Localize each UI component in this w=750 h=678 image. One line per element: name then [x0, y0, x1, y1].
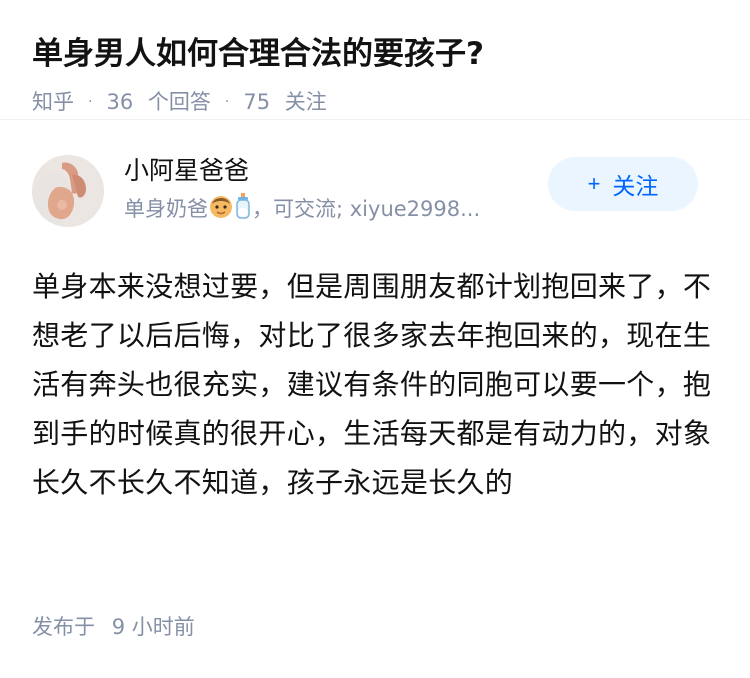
answer-content[interactable]: 单身本来没想过要，但是周围朋友都计划抱回来了，不想老了以后后悔，对比了很多家去年…: [32, 262, 712, 507]
answers-count: 36: [106, 90, 134, 114]
follow-button-label: 关注: [612, 173, 659, 199]
published-prefix: 发布于: [32, 615, 95, 639]
question-title[interactable]: 单身男人如何合理合法的要孩子?: [32, 30, 718, 78]
source-label[interactable]: 知乎: [32, 86, 74, 118]
followers-count: 75: [243, 90, 271, 114]
author-bio-prefix: 单身奶爸: [124, 197, 208, 221]
baby-face-icon: [208, 193, 234, 227]
answer-footer: 发布于 9 小时前: [32, 610, 195, 644]
published-time: 9 小时前: [111, 615, 195, 639]
follow-button[interactable]: + 关注: [548, 157, 698, 211]
baby-bottle-icon: [234, 192, 252, 228]
separator-dot: ·: [88, 94, 93, 110]
plus-icon: +: [587, 171, 601, 196]
answer-card: 小阿星爸爸 单身奶爸 ，可交流; xiyue2998... + 关注 单身本来没想…: [0, 153, 750, 507]
question-header: 单身男人如何合理合法的要孩子? 知乎 · 36 个回答 · 75 关注: [0, 0, 750, 120]
author-bio-suffix: ，可交流; xiyue2998...: [252, 197, 481, 221]
question-meta: 知乎 · 36 个回答 · 75 关注: [32, 86, 718, 118]
followers-count-group[interactable]: 75 关注: [243, 86, 326, 118]
avatar[interactable]: [32, 155, 104, 227]
avatar-image: [32, 155, 104, 227]
author-bio: 单身奶爸 ，可交流; xiyue2998...: [124, 192, 534, 228]
answers-count-group[interactable]: 36 个回答: [106, 86, 210, 118]
followers-label: 关注: [284, 90, 327, 114]
author-row: 小阿星爸爸 单身奶爸 ，可交流; xiyue2998... + 关注: [32, 153, 718, 229]
answers-label: 个回答: [147, 90, 211, 114]
separator-dot: ·: [224, 94, 230, 110]
